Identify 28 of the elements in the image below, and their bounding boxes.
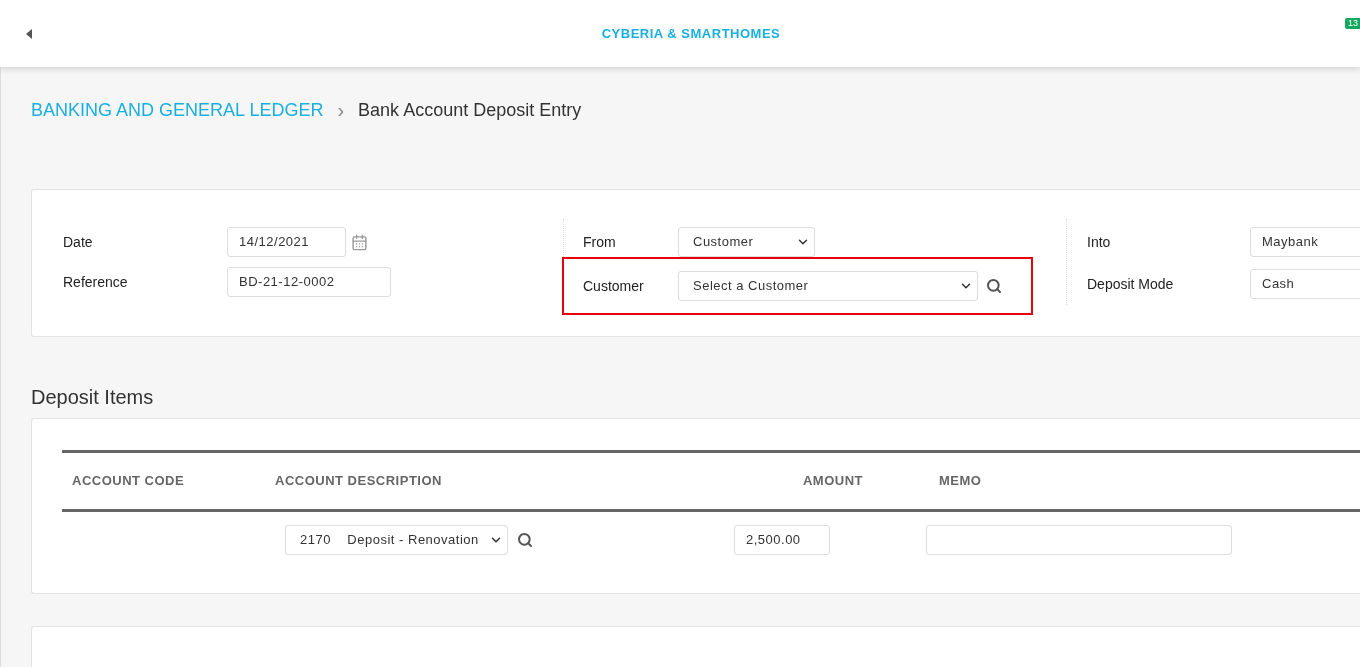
calendar-icon[interactable] [351,233,368,251]
field-label: From [583,232,617,252]
account-select[interactable]: 2170 Deposit - Renovation [285,525,508,555]
customer-select[interactable]: Select a Customer [678,271,978,301]
search-icon[interactable] [986,278,1002,294]
column-header: ACCOUNT DESCRIPTION [275,472,443,491]
reference-field[interactable]: BD-21-12-0002 [227,267,391,297]
company-title: CYBERIA & SMARTHOMES [600,24,782,43]
field-label: Date [63,232,94,252]
memo-field[interactable] [926,525,1232,555]
into-select[interactable]: Maybank [1250,227,1360,257]
deposit-mode-select[interactable]: Cash [1250,269,1360,299]
field-label: Deposit Mode [1087,274,1175,294]
field-label: Reference [63,272,129,292]
column-header: MEMO [938,472,982,491]
date-field[interactable]: 14/12/2021 [227,227,346,257]
section-title: Deposit Items [31,385,155,410]
breadcrumb-separator: › [337,98,345,123]
field-label: Into [1087,232,1112,252]
column-header: ACCOUNT CODE [71,472,186,491]
search-icon[interactable] [517,532,533,548]
caret-left-icon[interactable] [26,28,32,39]
amount-field[interactable]: 2,500.00 [734,525,830,555]
page-title: Bank Account Deposit Entry [358,98,582,122]
notification-badge: 13 [1345,18,1360,29]
field-label: Customer [583,276,645,296]
column-header: AMOUNT [801,472,863,491]
from-select[interactable]: Customer [678,227,815,257]
